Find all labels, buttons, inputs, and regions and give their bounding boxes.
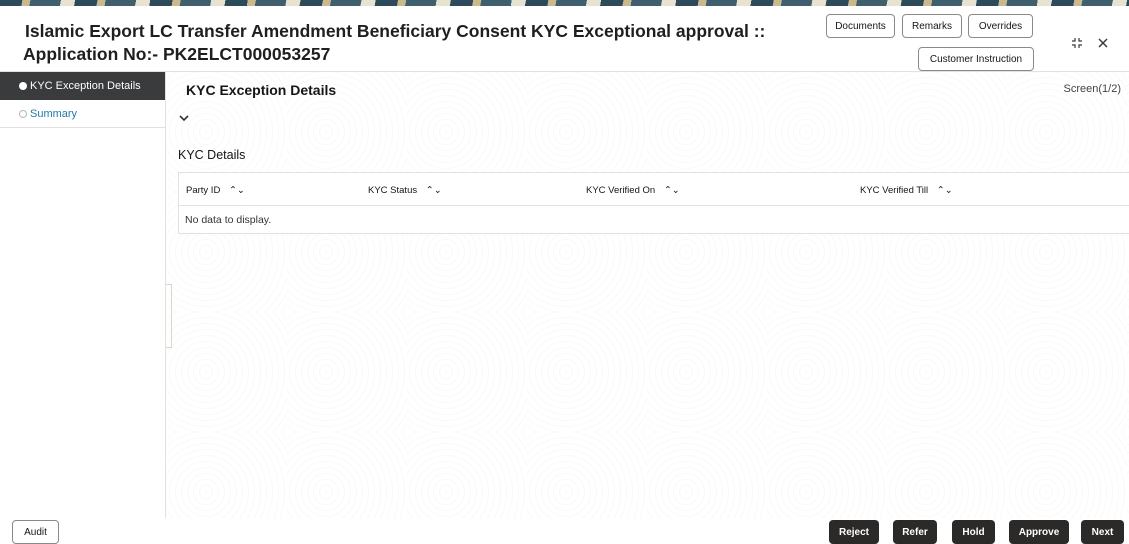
customer-instruction-button[interactable]: Customer Instruction <box>918 47 1034 71</box>
column-header-party-id[interactable]: Party ID ⌃⌄ <box>186 185 245 196</box>
expand-icon[interactable] <box>1070 36 1084 50</box>
kyc-details-table: Party ID ⌃⌄ KYC Status ⌃⌄ KYC Verified O… <box>178 172 1129 234</box>
page-title-line1: Islamic Export LC Transfer Amendment Ben… <box>25 21 766 41</box>
column-header-kyc-status[interactable]: KYC Status ⌃⌄ <box>368 185 442 196</box>
sort-icon[interactable]: ⌃⌄ <box>664 185 680 196</box>
step-dot-icon <box>19 82 27 90</box>
sidebar-item-summary[interactable]: Summary <box>0 100 165 128</box>
page-header: Islamic Export LC Transfer Amendment Ben… <box>0 6 1129 72</box>
table-header-row: Party ID ⌃⌄ KYC Status ⌃⌄ KYC Verified O… <box>179 173 1129 206</box>
screen-indicator: Screen(1/2) <box>1063 83 1121 95</box>
refer-button[interactable]: Refer <box>893 520 937 544</box>
documents-button[interactable]: Documents <box>826 14 895 38</box>
column-header-kyc-verified-on[interactable]: KYC Verified On ⌃⌄ <box>586 185 680 196</box>
sidebar-collapse-handle[interactable] <box>166 284 172 348</box>
chevron-down-icon[interactable] <box>179 110 189 125</box>
kyc-details-title: KYC Details <box>178 148 246 162</box>
remarks-button[interactable]: Remarks <box>902 14 962 38</box>
main-content: KYC Exception Details Screen(1/2) KYC De… <box>166 72 1129 518</box>
sidebar-item-kyc-exception-details[interactable]: KYC Exception Details <box>0 72 165 100</box>
sort-icon[interactable]: ⌃⌄ <box>229 185 245 196</box>
table-empty-message: No data to display. <box>185 214 272 226</box>
footer-bar: Audit Reject Refer Hold Approve Next <box>0 518 1129 544</box>
close-icon[interactable] <box>1096 36 1110 50</box>
application-number: Application No:- PK2ELCT000053257 <box>23 44 331 64</box>
page-title: Islamic Export LC Transfer Amendment Ben… <box>23 20 815 66</box>
next-button[interactable]: Next <box>1081 520 1124 544</box>
hold-button[interactable]: Hold <box>952 520 995 544</box>
approve-button[interactable]: Approve <box>1009 520 1069 544</box>
column-header-kyc-verified-till[interactable]: KYC Verified Till ⌃⌄ <box>860 185 953 196</box>
sidebar-item-label: KYC Exception Details <box>30 80 141 92</box>
column-header-label: KYC Status <box>368 185 418 196</box>
section-title: KYC Exception Details <box>186 82 337 98</box>
overrides-button[interactable]: Overrides <box>968 14 1033 38</box>
step-dot-icon <box>19 110 27 118</box>
sidebar-item-label: Summary <box>30 107 78 120</box>
sort-icon[interactable]: ⌃⌄ <box>426 185 442 196</box>
column-header-label: KYC Verified Till <box>860 185 929 196</box>
sidebar: KYC Exception Details Summary <box>0 72 166 518</box>
sort-icon[interactable]: ⌃⌄ <box>937 185 953 196</box>
audit-button[interactable]: Audit <box>12 520 59 544</box>
reject-button[interactable]: Reject <box>829 520 879 544</box>
column-header-label: KYC Verified On <box>586 185 656 196</box>
column-header-label: Party ID <box>186 185 221 196</box>
